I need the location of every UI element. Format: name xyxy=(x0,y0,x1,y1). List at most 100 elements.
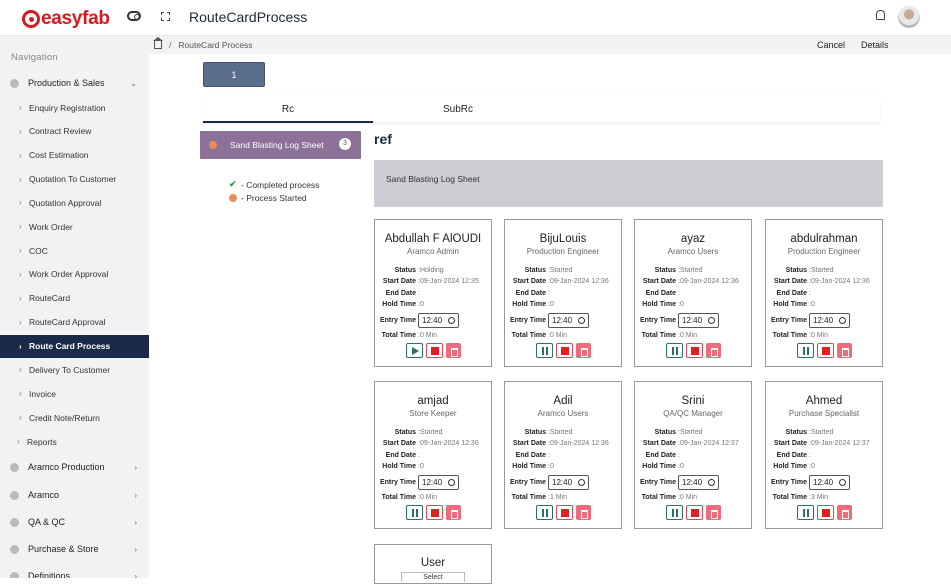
row-value: : xyxy=(678,289,680,297)
row-label: End Date xyxy=(776,289,807,297)
chevron-right-icon: › xyxy=(134,517,137,527)
entry-time-input[interactable]: 12:40 xyxy=(418,312,459,328)
pause-button[interactable] xyxy=(665,505,683,521)
nav-item-work-order-approval[interactable]: › Work Order Approval xyxy=(0,263,149,286)
nav-item-quotation-approval[interactable]: › Quotation Approval xyxy=(0,191,149,214)
row-label: Entry Time xyxy=(509,316,546,324)
step-button[interactable]: 1 xyxy=(203,62,265,87)
stop-button[interactable] xyxy=(685,505,703,521)
card-row-start: Start Date:09-Jan-2024 12:36 xyxy=(766,276,882,287)
nav-group-label: Aramco xyxy=(28,490,60,500)
details-button[interactable]: Details xyxy=(856,36,894,54)
card-row-end: End Date: xyxy=(505,450,621,461)
pause-button[interactable] xyxy=(796,505,814,521)
nav-group-production-sales[interactable]: Production & Sales ⌄ xyxy=(0,71,149,95)
cancel-button[interactable]: Cancel xyxy=(812,36,851,54)
nav-item-delivery-to-customer[interactable]: › Delivery To Customer xyxy=(0,358,149,381)
nav-group-qa-qc[interactable]: QA & QC › xyxy=(0,510,149,534)
row-label: Total Time xyxy=(641,332,676,340)
nav-item-cost-estimation[interactable]: › Cost Estimation xyxy=(0,144,149,167)
easyfab-logo[interactable]: easyfab xyxy=(22,8,110,30)
card-row-hold: Hold Time:0 xyxy=(766,299,882,310)
card-user-role: QA/QC Manager xyxy=(663,409,723,418)
process-list-item[interactable]: Sand Blasting Log Sheet 3 xyxy=(200,131,361,159)
row-label: Status xyxy=(394,429,416,437)
nav-item-work-order[interactable]: › Work Order xyxy=(0,215,149,238)
card-row-end: End Date: xyxy=(375,288,491,299)
nav-item-coc[interactable]: › COC xyxy=(0,239,149,262)
card-row-end: End Date: xyxy=(766,288,882,299)
delete-button[interactable] xyxy=(836,505,852,521)
nav-item-routecard[interactable]: › RouteCard xyxy=(0,287,149,310)
entry-time-input[interactable]: 12:40 xyxy=(809,474,850,490)
row-value: :0 Min xyxy=(678,332,698,340)
user-process-card: amjad Store Keeper Status:Started Start Dat… xyxy=(374,381,492,529)
play-button[interactable] xyxy=(405,343,423,359)
user-process-card: abdulrahman Production Engineer Status:Sta… xyxy=(765,219,883,367)
row-label: Hold Time xyxy=(382,463,416,471)
nav-item-enquiry-registration[interactable]: › Enquiry Registration xyxy=(0,96,149,119)
entry-time-input[interactable]: 12:40 xyxy=(418,474,459,490)
pause-button[interactable] xyxy=(535,505,553,521)
stop-button[interactable] xyxy=(816,343,834,359)
nav-item-route-card-process[interactable]: › Route Card Process xyxy=(0,334,149,358)
row-label: Hold Time xyxy=(512,463,546,471)
nav-group-purchase-store[interactable]: Purchase & Store › xyxy=(0,537,149,561)
row-label: Entry Time xyxy=(770,316,807,324)
clock-icon xyxy=(448,316,455,324)
entry-time-input[interactable]: 12:40 xyxy=(548,474,589,490)
nav-group-aramco-production[interactable]: Aramco Production › xyxy=(0,455,149,479)
pause-button[interactable] xyxy=(535,343,553,359)
card-user-role: Aramco Users xyxy=(667,247,719,256)
stop-button[interactable] xyxy=(425,343,443,359)
nav-item-label: Invoice xyxy=(29,388,56,399)
delete-button[interactable] xyxy=(705,505,721,521)
pause-button[interactable] xyxy=(405,505,423,521)
tab-subrc[interactable]: SubRc xyxy=(373,96,543,123)
entry-time-value: 12:40 xyxy=(682,315,703,325)
delete-button[interactable] xyxy=(445,343,461,359)
row-label: Status xyxy=(785,429,807,437)
entry-time-input[interactable]: 12:40 xyxy=(678,474,719,490)
stop-button[interactable] xyxy=(685,343,703,359)
chevron-right-icon: › xyxy=(17,437,20,446)
home-icon[interactable] xyxy=(153,37,163,49)
stop-button[interactable] xyxy=(816,505,834,521)
nav-item-contract-review[interactable]: › Contract Review xyxy=(0,120,149,143)
card-user-role: Store Keeper xyxy=(409,409,457,418)
breadcrumb: / RouteCard Process Cancel Details xyxy=(149,36,951,54)
nav-item-quotation-to-customer[interactable]: › Quotation To Customer xyxy=(0,168,149,191)
delete-button[interactable] xyxy=(705,343,721,359)
delete-button[interactable] xyxy=(575,505,591,521)
card-user-role: Production Engineer xyxy=(526,247,600,256)
stop-button[interactable] xyxy=(555,343,573,359)
nav-item-reports[interactable]: › Reports xyxy=(0,430,149,453)
nav-item-label: RouteCard xyxy=(29,293,71,304)
delete-button[interactable] xyxy=(836,343,852,359)
stop-button[interactable] xyxy=(425,505,443,521)
chevron-down-icon: ⌄ xyxy=(130,78,137,88)
delete-button[interactable] xyxy=(445,505,461,521)
nav-group-aramco[interactable]: Aramco › xyxy=(0,483,149,507)
bell-icon[interactable] xyxy=(876,10,885,20)
pause-button[interactable] xyxy=(665,343,683,359)
sidebar-toggle-icon[interactable] xyxy=(127,11,141,21)
pause-button[interactable] xyxy=(796,343,814,359)
entry-time-value: 12:40 xyxy=(552,477,573,487)
entry-time-input[interactable]: 12:40 xyxy=(809,312,850,328)
fullscreen-icon[interactable] xyxy=(161,12,170,21)
row-value: :Started xyxy=(809,267,834,275)
user-select[interactable]: Select xyxy=(401,572,465,582)
entry-time-input[interactable]: 12:40 xyxy=(548,312,589,328)
nav-item-credit-note-return[interactable]: › Credit Note/Return xyxy=(0,406,149,429)
card-row-status: Status:Started xyxy=(766,427,882,438)
entry-time-input[interactable]: 12:40 xyxy=(678,312,719,328)
card-row-start: Start Date:09-Jan-2024 12:35 xyxy=(375,276,491,287)
user-avatar[interactable] xyxy=(898,6,920,28)
nav-item-invoice[interactable]: › Invoice xyxy=(0,382,149,405)
delete-button[interactable] xyxy=(575,343,591,359)
tab-rc[interactable]: Rc xyxy=(203,96,373,123)
nav-item-routecard-approval[interactable]: › RouteCard Approval xyxy=(0,311,149,334)
stop-button[interactable] xyxy=(555,505,573,521)
nav-group-definitions[interactable]: Definitions › xyxy=(0,564,149,578)
